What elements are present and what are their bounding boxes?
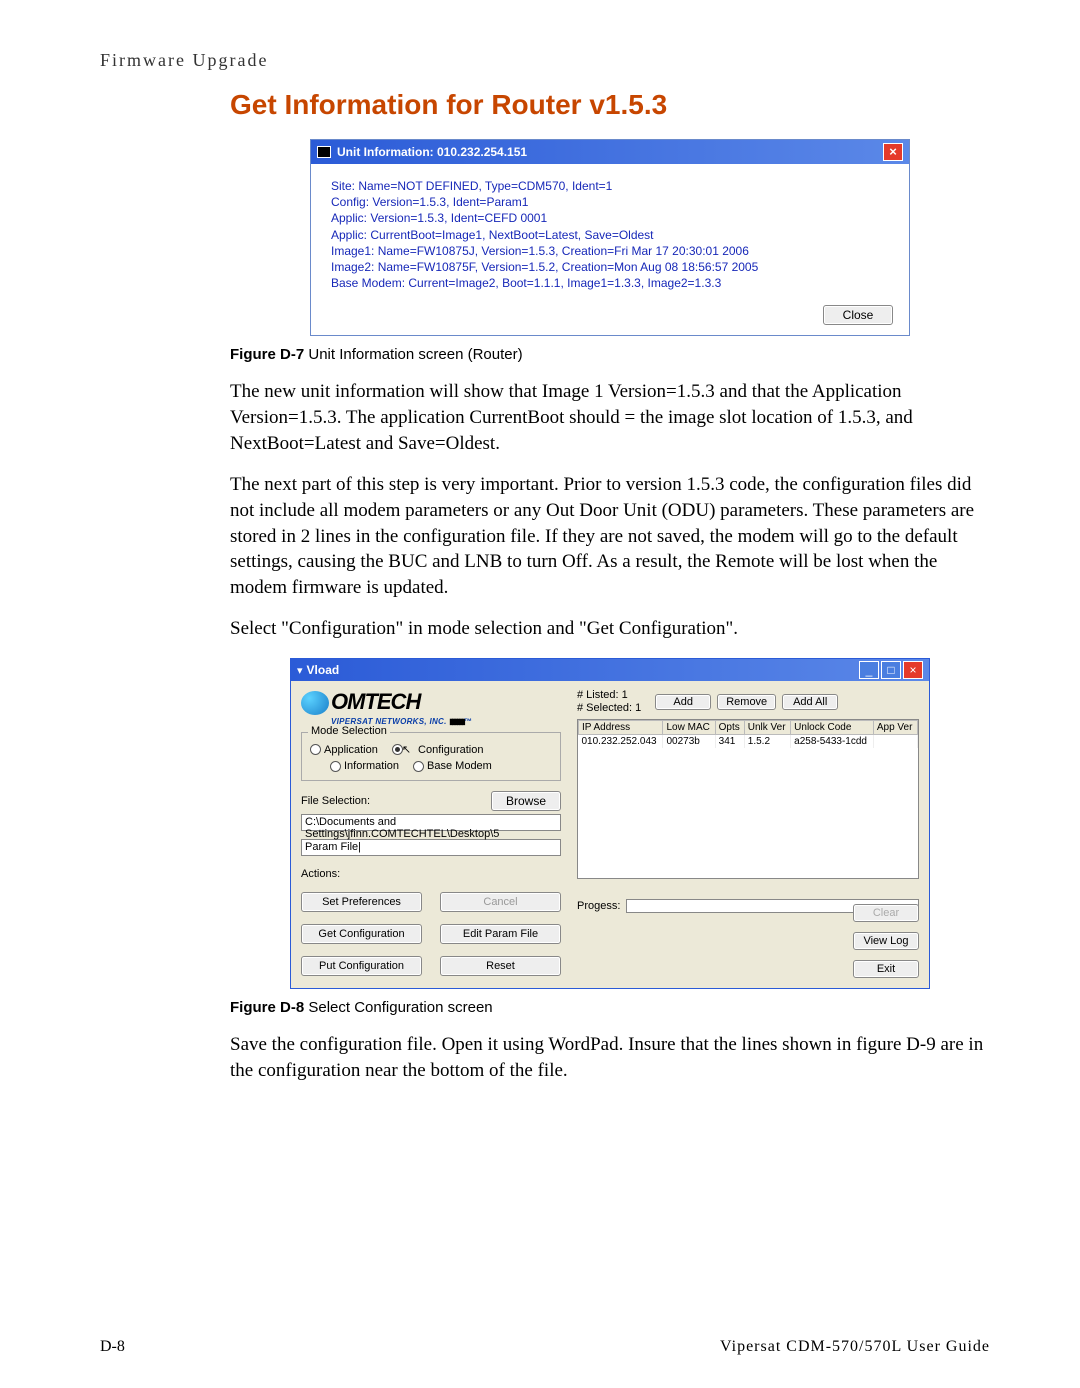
col-unlockcode[interactable]: Unlock Code [791,721,874,735]
add-all-button[interactable]: Add All [782,694,838,710]
logo-text: OMTECH [331,689,420,715]
get-configuration-button[interactable]: Get Configuration [301,924,422,944]
remove-button[interactable]: Remove [717,694,776,710]
footer-guide: Vipersat CDM-570/570L User Guide [720,1338,990,1356]
listed-count: # Listed: 1 [577,689,641,702]
edit-param-file-button[interactable]: Edit Param File [440,924,561,944]
reset-button[interactable]: Reset [440,956,561,976]
cancel-button[interactable]: Cancel [440,892,561,912]
info-line: Applic: Version=1.5.3, Ident=CEFD 0001 [331,210,889,226]
info-line: Base Modem: Current=Image2, Boot=1.1.1, … [331,275,889,291]
cell: 00273b [663,735,715,749]
actions-group: Set Preferences Cancel Get Configuration… [301,892,561,976]
vload-left-panel: OMTECH VIPERSAT NETWORKS, INC. ▮▮▮▮▮▮™ M… [291,681,571,988]
cell: a258-5433-1cdd [791,735,874,749]
figure-caption-d8: Figure D-8 Select Configuration screen [230,999,990,1016]
unit-info-dialog: Unit Information: 010.232.254.151 × Site… [310,139,910,336]
progress-label: Progess: [577,900,620,912]
vload-titlebar: ▾ Vload _ □ × [291,659,929,681]
vload-title: Vload [307,663,857,677]
col-ip[interactable]: IP Address [579,721,663,735]
col-appver[interactable]: App Ver [873,721,917,735]
actions-label: Actions: [301,868,561,880]
running-header: Firmware Upgrade [100,50,990,71]
table-row[interactable]: 010.232.252.043 00273b 341 1.5.2 a258-54… [579,735,918,749]
info-line: Applic: CurrentBoot=Image1, NextBoot=Lat… [331,227,889,243]
unit-info-body: Site: Name=NOT DEFINED, Type=CDM570, Ide… [311,164,909,301]
unit-info-titlebar: Unit Information: 010.232.254.151 × [311,140,909,164]
vload-right-panel: # Listed: 1 # Selected: 1 Add Remove Add… [571,681,929,988]
radio-basemodem[interactable]: Base Modem [413,760,492,772]
vload-icon: ▾ [297,664,303,677]
close-icon[interactable]: × [883,143,903,161]
unit-table[interactable]: IP Address Low MAC Opts Unlk Ver Unlock … [577,719,919,879]
figure-label: Figure D-7 [230,346,304,363]
figure-text: Unit Information screen (Router) [304,346,522,363]
radio-application[interactable]: Application [310,743,378,756]
app-icon [317,146,331,158]
figure-text: Select Configuration screen [304,999,492,1016]
put-configuration-button[interactable]: Put Configuration [301,956,422,976]
page-number: D-8 [100,1338,125,1356]
vload-dialog: ▾ Vload _ □ × OMTECH VIPERSAT NETWORKS, … [290,658,930,989]
add-button[interactable]: Add [655,694,711,710]
info-line: Image1: Name=FW10875J, Version=1.5.3, Cr… [331,243,889,259]
cell: 341 [715,735,744,749]
close-icon[interactable]: × [903,661,923,679]
body-paragraph: Save the configuration file. Open it usi… [230,1032,990,1083]
mode-selection-group: Mode Selection Application ↖Configuratio… [301,732,561,781]
col-unlkver[interactable]: Unlk Ver [744,721,790,735]
exit-button[interactable]: Exit [853,960,919,978]
clear-button[interactable]: Clear [853,904,919,922]
info-line: Site: Name=NOT DEFINED, Type=CDM570, Ide… [331,178,889,194]
radio-configuration[interactable]: ↖Configuration [392,743,484,756]
info-line: Config: Version=1.5.3, Ident=Param1 [331,194,889,210]
figure-caption-d7: Figure D-7 Unit Information screen (Rout… [230,346,990,363]
info-line: Image2: Name=FW10875F, Version=1.5.2, Cr… [331,259,889,275]
logo: OMTECH [301,689,561,715]
body-paragraph: The new unit information will show that … [230,379,990,456]
section-title: Get Information for Router v1.5.3 [230,89,990,121]
col-lowmac[interactable]: Low MAC [663,721,715,735]
cell [873,735,917,749]
logo-icon [301,691,329,715]
list-counts: # Listed: 1 # Selected: 1 [577,689,641,715]
radio-information[interactable]: Information [330,760,399,772]
cell: 010.232.252.043 [579,735,663,749]
close-button[interactable]: Close [823,305,893,325]
body-paragraph: The next part of this step is very impor… [230,472,990,600]
maximize-icon[interactable]: □ [881,661,901,679]
cell: 1.5.2 [744,735,790,749]
mode-legend: Mode Selection [308,725,390,737]
view-log-button[interactable]: View Log [853,932,919,950]
param-file-input[interactable]: Param File| [301,839,561,856]
file-selection-label: File Selection: [301,795,370,807]
col-opts[interactable]: Opts [715,721,744,735]
unit-info-title: Unit Information: 010.232.254.151 [337,145,883,159]
minimize-icon[interactable]: _ [859,661,879,679]
body-paragraph: Select "Configuration" in mode selection… [230,616,990,642]
figure-label: Figure D-8 [230,999,304,1016]
browse-button[interactable]: Browse [491,791,561,811]
file-path-input[interactable]: C:\Documents and Settings\jfinn.COMTECHT… [301,814,561,831]
selected-count: # Selected: 1 [577,702,641,715]
set-preferences-button[interactable]: Set Preferences [301,892,422,912]
